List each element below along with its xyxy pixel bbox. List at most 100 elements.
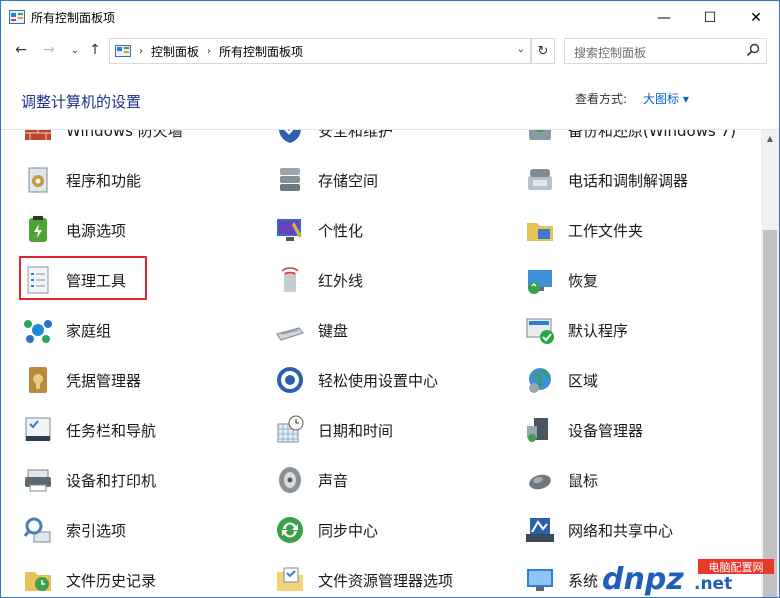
- control-panel-item[interactable]: 个性化: [253, 210, 498, 250]
- item-label[interactable]: 家庭组: [66, 320, 111, 341]
- item-label[interactable]: Windows 防火墙: [66, 130, 183, 141]
- chevron-right-icon[interactable]: ›: [139, 46, 143, 57]
- vertical-scrollbar[interactable]: ▲: [761, 130, 779, 597]
- item-label[interactable]: 文件资源管理器选项: [318, 570, 453, 591]
- region-icon: [529, 368, 551, 393]
- control-panel-item[interactable]: 文件资源管理器选项: [253, 560, 498, 597]
- item-label[interactable]: 系统: [568, 570, 598, 591]
- control-panel-item[interactable]: 任务栏和导航: [1, 410, 246, 450]
- item-label[interactable]: 凭据管理器: [66, 370, 141, 391]
- forward-button[interactable]: →: [39, 40, 59, 60]
- personalization-icon: [277, 219, 302, 241]
- item-label[interactable]: 文件历史记录: [66, 570, 156, 591]
- control-panel-item[interactable]: 程序和功能: [1, 160, 246, 200]
- item-label[interactable]: 存储空间: [318, 170, 378, 191]
- work-folders-icon: [527, 223, 553, 241]
- control-panel-item[interactable]: 凭据管理器: [1, 360, 246, 400]
- control-panel-item[interactable]: 备份和还原(Windows 7): [503, 130, 748, 150]
- scroll-up-arrow[interactable]: ▲: [761, 130, 779, 147]
- item-label[interactable]: 程序和功能: [66, 170, 141, 191]
- back-button[interactable]: ←: [11, 40, 31, 60]
- page-title: 调整计算机的设置: [21, 93, 142, 111]
- item-label[interactable]: 工作文件夹: [568, 220, 643, 241]
- item-label[interactable]: 鼠标: [568, 470, 598, 491]
- minimize-button[interactable]: —: [641, 1, 687, 34]
- control-panel-item[interactable]: Windows 防火墙: [1, 130, 246, 150]
- mouse-icon: [529, 474, 551, 490]
- control-panel-item[interactable]: 区域: [503, 360, 748, 400]
- item-label[interactable]: 红外线: [318, 270, 363, 291]
- search-icon[interactable]: [746, 43, 760, 57]
- content-header: 调整计算机的设置 查看方式: 大图标 ▾: [1, 66, 779, 130]
- breadcrumb-all-items[interactable]: 所有控制面板项: [219, 43, 303, 60]
- address-bar[interactable]: › 控制面板 › 所有控制面板项 ⌄: [109, 38, 531, 64]
- default-programs-icon: [526, 318, 554, 344]
- taskbar-navigation-icon: [25, 417, 51, 441]
- breadcrumb-control-panel[interactable]: 控制面板: [151, 43, 199, 60]
- chevron-right-icon[interactable]: ›: [207, 46, 211, 57]
- control-panel-item[interactable]: 日期和时间: [253, 410, 498, 450]
- search-input[interactable]: 搜索控制面板: [564, 38, 767, 64]
- control-panel-item[interactable]: 工作文件夹: [503, 210, 748, 250]
- control-panel-item[interactable]: 键盘: [253, 310, 498, 350]
- item-label[interactable]: 恢复: [568, 270, 598, 291]
- item-label[interactable]: 默认程序: [568, 320, 628, 341]
- control-panel-item[interactable]: 设备和打印机: [1, 460, 246, 500]
- item-label[interactable]: 键盘: [318, 320, 348, 341]
- control-panel-item[interactable]: 鼠标: [503, 460, 748, 500]
- control-panel-item[interactable]: 轻松使用设置中心: [253, 360, 498, 400]
- item-label[interactable]: 索引选项: [66, 520, 126, 541]
- item-label[interactable]: 区域: [568, 370, 598, 391]
- file-explorer-options-icon: [277, 567, 303, 591]
- control-panel-item[interactable]: 安全和维护: [253, 130, 498, 150]
- control-panel-item[interactable]: 电源选项: [1, 210, 246, 250]
- title-bar: 所有控制面板项 — ☐ ✕: [1, 1, 779, 34]
- phone-modem-icon: [528, 169, 552, 190]
- control-panel-item[interactable]: 同步中心: [253, 510, 498, 550]
- infrared-icon: [281, 267, 299, 292]
- control-panel-item[interactable]: 红外线: [253, 260, 498, 300]
- backup-restore-icon: [529, 130, 551, 140]
- view-by-dropdown[interactable]: 大图标 ▾: [643, 90, 689, 107]
- close-button[interactable]: ✕: [733, 1, 779, 34]
- control-panel-item[interactable]: 设备管理器: [503, 410, 748, 450]
- control-panel-item[interactable]: 存储空间: [253, 160, 498, 200]
- item-label[interactable]: 网络和共享中心: [568, 520, 673, 541]
- items-area: Windows 防火墙 安全和维护 备份和还原(Windows 7) 程序和功能 存储空…: [1, 130, 761, 597]
- date-time-icon: [277, 415, 304, 443]
- item-label[interactable]: 同步中心: [318, 520, 378, 541]
- highlight-annotation-box: [19, 256, 147, 300]
- item-label[interactable]: 轻松使用设置中心: [318, 370, 438, 391]
- control-panel-item[interactable]: 声音: [253, 460, 498, 500]
- indexing-options-icon: [23, 517, 51, 543]
- scroll-thumb[interactable]: [763, 230, 777, 597]
- item-label[interactable]: 设备和打印机: [66, 470, 156, 491]
- control-panel-item[interactable]: 网络和共享中心: [503, 510, 748, 550]
- address-dropdown-button[interactable]: ⌄: [517, 44, 525, 55]
- item-label[interactable]: 设备管理器: [568, 420, 643, 441]
- svg-text:dnpz: dnpz: [602, 562, 684, 596]
- control-panel-item[interactable]: 索引选项: [1, 510, 246, 550]
- keyboard-icon: [276, 327, 304, 341]
- control-panel-location-icon: [115, 45, 131, 57]
- maximize-button[interactable]: ☐: [687, 1, 733, 34]
- view-by-label: 查看方式:: [575, 92, 628, 106]
- item-label[interactable]: 电源选项: [66, 220, 126, 241]
- control-panel-item[interactable]: 电话和调制解调器: [503, 160, 748, 200]
- recent-locations-button[interactable]: ⌄: [65, 40, 85, 60]
- item-label[interactable]: 安全和维护: [318, 130, 393, 141]
- control-panel-item[interactable]: 家庭组: [1, 310, 246, 350]
- control-panel-item[interactable]: 恢复: [503, 260, 748, 300]
- item-label[interactable]: 日期和时间: [318, 420, 393, 441]
- item-label[interactable]: 声音: [318, 470, 348, 491]
- up-button[interactable]: ↑: [85, 40, 105, 60]
- control-panel-item[interactable]: 默认程序: [503, 310, 748, 350]
- item-label[interactable]: 备份和还原(Windows 7): [568, 130, 736, 141]
- item-label[interactable]: 任务栏和导航: [66, 420, 156, 441]
- control-panel-item[interactable]: 文件历史记录: [1, 560, 246, 597]
- recovery-icon: [528, 270, 552, 294]
- item-label[interactable]: 电话和调制解调器: [568, 170, 688, 191]
- refresh-button[interactable]: ↻: [531, 38, 555, 64]
- window-title: 所有控制面板项: [31, 11, 116, 25]
- item-label[interactable]: 个性化: [318, 220, 363, 241]
